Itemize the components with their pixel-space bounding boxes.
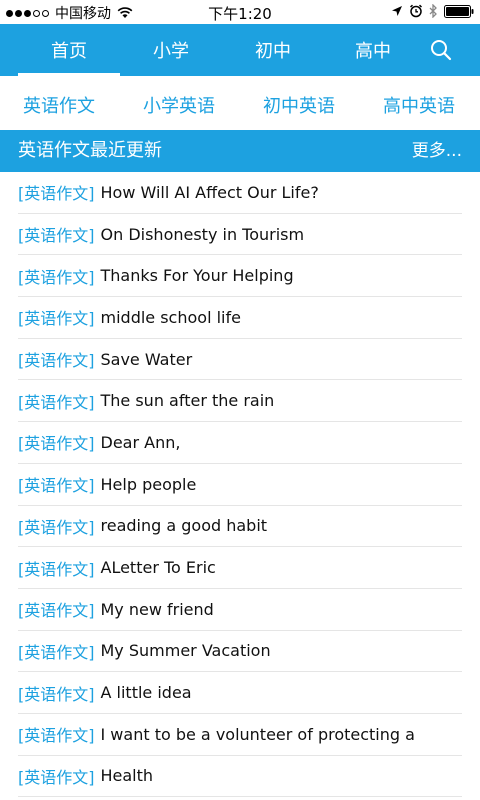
article-title: Health — [100, 766, 154, 786]
article-title: A little idea — [100, 683, 192, 703]
article-title: ALetter To Eric — [100, 558, 216, 578]
article-item[interactable]: [英语作文] Save Water — [18, 339, 462, 381]
article-tag: [英语作文] — [18, 392, 95, 412]
article-title: On Dishonesty in Tourism — [100, 224, 305, 244]
article-item[interactable]: [英语作文] middle school life — [18, 297, 462, 339]
article-tag: [英语作文] — [18, 684, 95, 704]
article-item[interactable]: [英语作文] reading a good habit — [18, 506, 462, 548]
section-header: 英语作文最近更新 更多... — [0, 130, 480, 172]
article-list: [英语作文] How Will AI Affect Our Life? [英语作文… — [0, 172, 480, 798]
status-right — [385, 4, 474, 18]
article-tag: [英语作文] — [18, 226, 95, 246]
more-link[interactable]: 更多... — [412, 130, 462, 172]
article-tag: [英语作文] — [18, 476, 95, 496]
section-title: 英语作文最近更新 — [18, 140, 162, 161]
article-tag: [英语作文] — [18, 726, 95, 746]
article-tag: [英语作文] — [18, 601, 95, 621]
article-item[interactable]: [英语作文] Dear Ann, — [18, 422, 462, 464]
article-tag: [英语作文] — [18, 642, 95, 662]
category-middle-english[interactable]: 初中英语 — [263, 80, 335, 130]
article-tag: [英语作文] — [18, 267, 95, 287]
article-item[interactable]: [英语作文] On Dishonesty in Tourism — [18, 214, 462, 256]
tab-middle-school[interactable]: 初中 — [222, 24, 324, 76]
status-bar: 中国移动 下午1:20 — [0, 0, 480, 24]
top-nav-bar: 首页 小学 初中 高中 — [0, 24, 480, 76]
article-title: The sun after the rain — [100, 391, 275, 411]
article-item[interactable]: [英语作文] Thanks For Your Helping — [18, 255, 462, 298]
article-item[interactable]: [英语作文] ALetter To Eric — [18, 547, 462, 589]
article-item[interactable]: [英语作文] A little idea — [18, 672, 462, 714]
article-item[interactable]: [英语作文] My new friend — [18, 589, 462, 631]
article-title: Dear Ann, — [100, 432, 181, 452]
article-title: Save Water — [100, 349, 193, 369]
article-tag: [英语作文] — [18, 517, 95, 537]
article-tag: [英语作文] — [18, 351, 95, 371]
article-item[interactable]: [英语作文] Health — [18, 756, 462, 798]
location-arrow-icon — [391, 5, 403, 17]
article-title: Thanks For Your Helping — [100, 266, 294, 286]
article-tag: [英语作文] — [18, 434, 95, 454]
tab-primary-school[interactable]: 小学 — [120, 24, 222, 76]
article-title: Help people — [100, 474, 197, 494]
article-tag: [英语作文] — [18, 767, 95, 787]
bluetooth-icon — [429, 4, 438, 18]
article-title: How Will AI Affect Our Life? — [100, 182, 319, 202]
article-title: reading a good habit — [100, 516, 268, 536]
article-tag: [英语作文] — [18, 309, 95, 329]
search-icon — [431, 40, 452, 61]
article-title: middle school life — [100, 307, 241, 327]
article-tag: [英语作文] — [18, 184, 95, 204]
article-tag: [英语作文] — [18, 559, 95, 579]
battery-icon — [444, 4, 474, 18]
search-button[interactable] — [424, 24, 458, 76]
article-item[interactable]: [英语作文] Help people — [18, 464, 462, 506]
article-title: My Summer Vacation — [100, 641, 271, 661]
tab-high-school[interactable]: 高中 — [322, 24, 424, 76]
category-english-essay[interactable]: 英语作文 — [23, 80, 95, 130]
article-item[interactable]: [英语作文] My Summer Vacation — [18, 631, 462, 673]
category-high-english[interactable]: 高中英语 — [383, 80, 455, 130]
article-item[interactable]: [英语作文] How Will AI Affect Our Life? — [18, 172, 462, 214]
category-primary-english[interactable]: 小学英语 — [143, 80, 215, 130]
article-title: My new friend — [100, 599, 214, 619]
article-title: I want to be a volunteer of protecting a — [100, 724, 415, 744]
alarm-clock-icon — [409, 4, 423, 18]
article-item[interactable]: [英语作文] The sun after the rain — [18, 380, 462, 423]
tab-home[interactable]: 首页 — [18, 24, 120, 76]
article-item[interactable]: [英语作文] I want to be a volunteer of protec… — [18, 714, 462, 756]
category-nav: 英语作文 小学英语 初中英语 高中英语 — [0, 80, 480, 130]
